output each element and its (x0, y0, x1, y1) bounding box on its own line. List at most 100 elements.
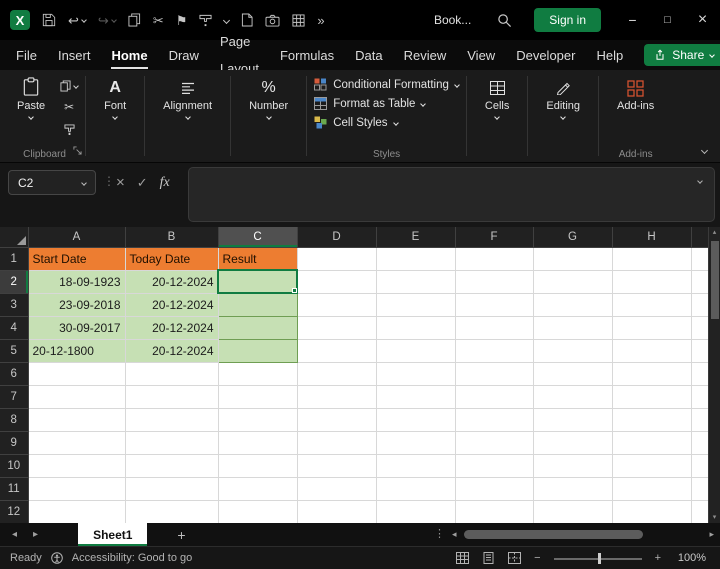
cell-E6[interactable] (376, 362, 456, 386)
cell-E12[interactable] (376, 500, 456, 523)
tab-data[interactable]: Data (355, 42, 382, 69)
cell-H11[interactable] (612, 477, 692, 501)
scroll-down-icon[interactable]: ▾ (713, 512, 717, 523)
cell-C3[interactable] (217, 292, 298, 317)
cell-D6[interactable] (297, 362, 377, 386)
cell-F5[interactable] (455, 339, 534, 363)
save-icon[interactable] (42, 13, 56, 27)
tab-home[interactable]: Home (111, 42, 147, 69)
scroll-up-icon[interactable]: ▴ (713, 227, 717, 238)
cell-E8[interactable] (376, 408, 456, 432)
tab-insert[interactable]: Insert (58, 42, 91, 69)
cell-H4[interactable] (612, 316, 692, 340)
cell-B11[interactable] (125, 477, 219, 501)
cell-H8[interactable] (612, 408, 692, 432)
cell-D2[interactable] (297, 270, 377, 294)
cell-F10[interactable] (455, 454, 534, 478)
cut-icon[interactable]: ✂ (64, 100, 74, 114)
flag-icon[interactable]: ⚑ (176, 14, 188, 27)
col-header-G[interactable]: G (533, 227, 613, 248)
cell-E9[interactable] (376, 431, 456, 455)
cell-G11[interactable] (533, 477, 613, 501)
camera-icon[interactable] (265, 14, 280, 27)
cell-A6[interactable] (28, 362, 126, 386)
normal-view-button[interactable] (456, 552, 470, 564)
cell-E11[interactable] (376, 477, 456, 501)
zoom-in-button[interactable]: + (655, 552, 661, 564)
enter-check-icon[interactable]: ✓ (137, 175, 148, 191)
cell-D9[interactable] (297, 431, 377, 455)
col-header-C[interactable]: C (218, 227, 298, 248)
share-button[interactable]: Share (644, 44, 720, 66)
cell-H5[interactable] (612, 339, 692, 363)
cell-B1[interactable]: Today Date (125, 247, 219, 271)
cell-C7[interactable] (218, 385, 298, 409)
copy-icon[interactable] (128, 13, 141, 27)
cancel-icon[interactable]: × (116, 174, 125, 191)
cell-D10[interactable] (297, 454, 377, 478)
cell-G5[interactable] (533, 339, 613, 363)
new-document-icon[interactable] (241, 13, 253, 27)
tab-help[interactable]: Help (596, 42, 623, 69)
cell-D11[interactable] (297, 477, 377, 501)
col-header-A[interactable]: A (28, 227, 126, 248)
cell-G8[interactable] (533, 408, 613, 432)
horizontal-scroll-thumb[interactable] (463, 530, 644, 539)
cell-G2[interactable] (533, 270, 613, 294)
table-icon[interactable] (292, 13, 305, 27)
cell-C1[interactable]: Result (218, 247, 298, 271)
cell-H3[interactable] (612, 293, 692, 317)
row-header-7[interactable]: 7 (0, 385, 29, 409)
cell-H2[interactable] (612, 270, 692, 294)
cell-D8[interactable] (297, 408, 377, 432)
row-header-8[interactable]: 8 (0, 408, 29, 432)
editing-button[interactable]: Editing (535, 75, 591, 120)
vertical-scroll-thumb[interactable] (710, 241, 719, 319)
minimize-button[interactable]: − (615, 0, 650, 40)
cell-D1[interactable] (297, 247, 377, 271)
cell-F1[interactable] (455, 247, 534, 271)
cell-C10[interactable] (218, 454, 298, 478)
row-header-5[interactable]: 5 (0, 339, 29, 363)
format-as-table-button[interactable]: Format as Table (314, 97, 427, 110)
sheet-next-icon[interactable]: ▸ (33, 529, 38, 540)
cell-D3[interactable] (297, 293, 377, 317)
cell-B8[interactable] (125, 408, 219, 432)
cell-A3[interactable]: 23-09-2018 (28, 293, 126, 317)
tab-formulas[interactable]: Formulas (280, 42, 334, 69)
tab-review[interactable]: Review (404, 42, 447, 69)
chevron-down-icon[interactable] (223, 16, 231, 24)
col-header-E[interactable]: E (376, 227, 456, 248)
format-painter-icon[interactable] (199, 14, 212, 27)
tab-view[interactable]: View (467, 42, 495, 69)
cell-D5[interactable] (297, 339, 377, 363)
cell-D7[interactable] (297, 385, 377, 409)
accessibility-icon[interactable] (50, 552, 63, 564)
cell-C9[interactable] (218, 431, 298, 455)
number-button[interactable]: % Number (238, 75, 299, 120)
add-sheet-button[interactable]: + (177, 527, 185, 543)
row-header-10[interactable]: 10 (0, 454, 29, 478)
alignment-button[interactable]: Alignment (152, 75, 223, 120)
conditional-formatting-button[interactable]: Conditional Formatting (314, 78, 460, 91)
cell-G10[interactable] (533, 454, 613, 478)
more-commands-icon[interactable]: » (317, 14, 324, 27)
cell-F4[interactable] (455, 316, 534, 340)
cut-icon[interactable]: ✂ (153, 14, 164, 27)
cell-E7[interactable] (376, 385, 456, 409)
row-header-12[interactable]: 12 (0, 500, 29, 523)
cell-B7[interactable] (125, 385, 219, 409)
cell-F8[interactable] (455, 408, 534, 432)
cell-styles-button[interactable]: Cell Styles (314, 116, 399, 129)
horizontal-scrollbar[interactable]: ◂ ▸ (452, 523, 714, 546)
font-button[interactable]: A Font (93, 75, 137, 120)
zoom-out-button[interactable]: − (534, 552, 540, 564)
col-header-B[interactable]: B (125, 227, 219, 248)
cell-E1[interactable] (376, 247, 456, 271)
sheet-options-icon[interactable]: ⋮ (434, 527, 445, 540)
page-break-view-button[interactable] (508, 552, 522, 564)
cell-G1[interactable] (533, 247, 613, 271)
cell-H1[interactable] (612, 247, 692, 271)
cell-E4[interactable] (376, 316, 456, 340)
row-header-11[interactable]: 11 (0, 477, 29, 501)
